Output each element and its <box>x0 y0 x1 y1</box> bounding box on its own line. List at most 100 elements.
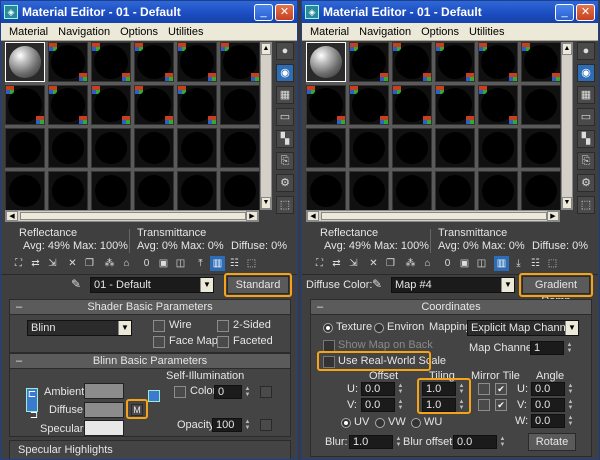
menu-material[interactable]: Material <box>4 26 53 38</box>
slots-horizontal-scrollbar[interactable]: ◀ ▶ <box>306 210 560 222</box>
uv-radio[interactable] <box>341 418 351 428</box>
v-tile-checkbox[interactable]: ✔ <box>495 399 507 411</box>
show-end-result-icon[interactable]: ◫ <box>173 256 188 271</box>
sample-slot[interactable] <box>349 128 389 168</box>
go-to-parent-icon[interactable]: ▥ <box>494 255 509 271</box>
sample-slot[interactable] <box>177 171 217 211</box>
lock-icon[interactable]: ⊏ <box>26 388 38 412</box>
assign-to-selection-icon[interactable]: ⇲ <box>346 256 361 271</box>
lock-link-icon[interactable]: ⊐ <box>28 410 40 434</box>
rollout-header[interactable]: – Coordinates <box>311 300 591 315</box>
sample-slot[interactable] <box>392 171 432 211</box>
sample-slot[interactable] <box>220 128 260 168</box>
map-channel-spinner[interactable]: 1 ▲ ▼ <box>530 341 572 355</box>
copy-material-icon[interactable]: ❐ <box>82 256 97 271</box>
spinner-arrows-icon[interactable]: ▲ ▼ <box>566 415 575 429</box>
sample-slot[interactable] <box>306 128 346 168</box>
menu-options[interactable]: Options <box>416 26 464 38</box>
background-icon[interactable]: ▦ <box>276 86 294 104</box>
scroll-right-icon[interactable]: ▶ <box>246 211 258 221</box>
two-sided-checkbox[interactable] <box>217 320 229 332</box>
uv-tiling-icon[interactable]: ▭ <box>577 108 595 126</box>
blur-offset-spinner[interactable]: 0.0 ▲ ▼ <box>453 435 505 449</box>
scroll-down-icon[interactable]: ▼ <box>562 197 572 209</box>
mapping-dropdown[interactable]: Explicit Map Channel ▼ <box>467 320 579 336</box>
sample-slot[interactable] <box>5 128 45 168</box>
spinner-arrows-icon[interactable]: ▲ ▼ <box>394 436 403 450</box>
material-map-navigator-icon[interactable]: ☷ <box>227 256 242 271</box>
vw-radio[interactable] <box>375 418 385 428</box>
opacity-map-button[interactable] <box>260 419 272 431</box>
put-to-scene-icon[interactable]: ⇄ <box>329 256 344 271</box>
sample-type-icon[interactable]: ● <box>577 42 595 60</box>
material-effects-channel-icon[interactable]: 0 <box>440 256 455 271</box>
w-angle-spinner[interactable]: 0.0 ▲ ▼ <box>531 414 573 428</box>
wire-checkbox[interactable] <box>153 320 165 332</box>
sample-slot[interactable] <box>435 85 475 125</box>
sample-slot[interactable] <box>435 171 475 211</box>
options-icon[interactable]: ⚙ <box>577 174 595 192</box>
slots-vertical-scrollbar[interactable]: ▲ ▼ <box>260 42 272 210</box>
sample-slot[interactable] <box>392 128 432 168</box>
reset-map-icon[interactable]: ✕ <box>65 256 80 271</box>
sample-slot[interactable] <box>521 128 561 168</box>
sample-slot[interactable] <box>5 85 45 125</box>
spinner-arrows-icon[interactable]: ▲ ▼ <box>396 399 405 413</box>
menu-options[interactable]: Options <box>115 26 163 38</box>
sample-slot[interactable] <box>435 42 475 82</box>
sample-slot[interactable] <box>48 85 88 125</box>
get-material-icon[interactable]: ⛶ <box>312 256 327 271</box>
environ-radio[interactable] <box>374 323 384 333</box>
scroll-left-icon[interactable]: ◀ <box>307 211 319 221</box>
sample-slot[interactable] <box>435 128 475 168</box>
get-material-icon[interactable]: ⛶ <box>11 256 26 271</box>
map-name-field[interactable]: Map #4 ▼ <box>391 277 515 293</box>
sample-slot[interactable] <box>478 171 518 211</box>
sample-slot[interactable] <box>349 42 389 82</box>
shader-type-dropdown[interactable]: Blinn ▼ <box>27 320 132 336</box>
sample-slot[interactable] <box>306 85 346 125</box>
v-angle-spinner[interactable]: 0.0 ▲ ▼ <box>531 398 573 412</box>
sample-slot[interactable] <box>91 128 131 168</box>
scroll-thumb[interactable] <box>20 212 246 220</box>
sample-slot[interactable] <box>177 42 217 82</box>
spinner-arrows-icon[interactable]: ▲ ▼ <box>243 419 252 433</box>
put-to-scene-icon[interactable]: ⇄ <box>28 256 43 271</box>
sample-slot[interactable] <box>5 171 45 211</box>
self-illum-map-button[interactable] <box>260 386 272 398</box>
spinner-arrows-icon[interactable]: ▲ ▼ <box>566 383 575 397</box>
close-button[interactable]: ✕ <box>275 3 294 21</box>
rollout-header[interactable]: – Blinn Basic Parameters <box>10 354 290 369</box>
lock-map-icon[interactable] <box>148 390 160 402</box>
background-icon[interactable]: ▦ <box>577 86 595 104</box>
sample-slot[interactable] <box>91 42 131 82</box>
sample-slot[interactable] <box>134 128 174 168</box>
show-map-icon[interactable]: ▣ <box>156 256 171 271</box>
sample-slot[interactable] <box>521 171 561 211</box>
material-name-field[interactable]: 01 - Default ▼ <box>90 277 214 293</box>
specular-color-swatch[interactable] <box>84 420 124 436</box>
menu-material[interactable]: Material <box>305 26 354 38</box>
sample-slot[interactable] <box>48 42 88 82</box>
faceted-checkbox[interactable] <box>217 336 229 348</box>
spinner-arrows-icon[interactable]: ▲ ▼ <box>243 386 252 400</box>
uv-tiling-icon[interactable]: ▭ <box>276 108 294 126</box>
copy-material-icon[interactable]: ❐ <box>383 256 398 271</box>
scroll-up-icon[interactable]: ▲ <box>562 43 572 55</box>
assign-to-selection-icon[interactable]: ⇲ <box>45 256 60 271</box>
chevron-down-icon[interactable]: ▼ <box>565 321 578 335</box>
sample-slot[interactable] <box>177 128 217 168</box>
sample-slot[interactable] <box>134 171 174 211</box>
video-color-check-icon[interactable]: ▚ <box>577 130 595 148</box>
sample-slot[interactable] <box>220 85 260 125</box>
go-to-parent-icon[interactable]: ⤒ <box>193 256 208 271</box>
sample-slot[interactable] <box>349 85 389 125</box>
show-end-result-icon[interactable]: ◫ <box>474 256 489 271</box>
sample-slot[interactable] <box>349 171 389 211</box>
sample-slot[interactable] <box>5 42 45 82</box>
opacity-spinner[interactable]: 100 ▲ ▼ <box>212 418 250 432</box>
sample-slot[interactable] <box>48 128 88 168</box>
minimize-button[interactable]: _ <box>254 3 273 21</box>
sample-slot[interactable] <box>134 85 174 125</box>
sample-slot[interactable] <box>392 85 432 125</box>
